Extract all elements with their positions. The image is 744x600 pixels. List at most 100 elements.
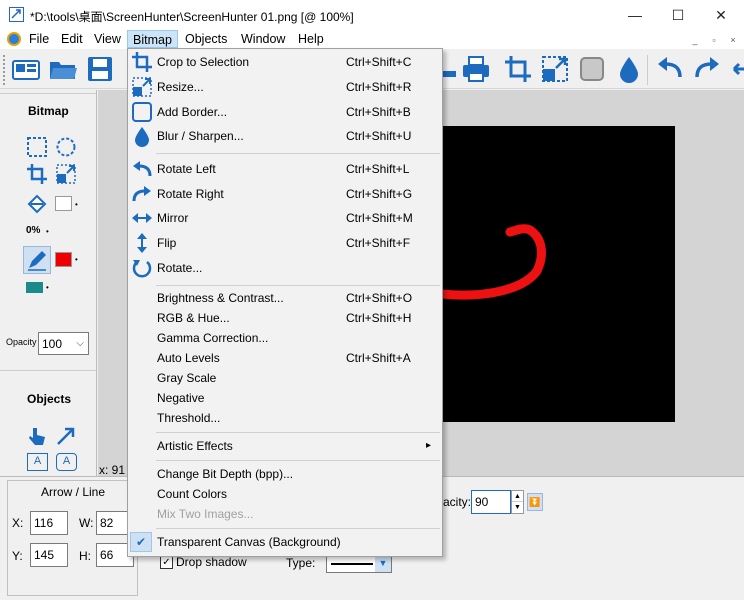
fill-color-swatch[interactable] <box>55 196 72 211</box>
drop-icon <box>131 125 153 147</box>
callout-tool-button[interactable]: A <box>56 453 77 471</box>
maximize-button[interactable]: ☐ <box>655 0 701 30</box>
blur-drop-icon[interactable] <box>613 53 645 85</box>
menu-brightness-contrast[interactable]: Brightness & Contrast... Ctrl+Shift+O <box>156 287 442 309</box>
menu-file[interactable]: File <box>24 30 54 48</box>
menu-artistic-effects[interactable]: Artistic Effects ▸ <box>156 435 442 457</box>
menu-gamma-correction[interactable]: Gamma Correction... <box>156 327 442 349</box>
menu-resize[interactable]: Resize... Ctrl+Shift+R <box>156 76 442 98</box>
menu-change-bit-depth[interactable]: Change Bit Depth (bpp)... <box>156 463 442 485</box>
menu-separator <box>156 153 440 154</box>
menu-mix-two-images: Mix Two Images... <box>157 507 254 521</box>
menu-separator <box>156 285 440 286</box>
menu-rgb-hue[interactable]: RGB & Hue... Ctrl+Shift+H <box>156 307 442 329</box>
line-sample <box>331 563 373 565</box>
rotate-right-icon <box>131 183 153 205</box>
line-color-dropdown-icon[interactable]: • <box>46 283 49 292</box>
bitmap-menu: Crop to Selection Ctrl+Shift+C Resize... C… <box>127 48 443 557</box>
rotate-left-icon <box>131 158 153 180</box>
crop-icon[interactable] <box>502 53 534 85</box>
fill-color-dropdown-icon[interactable]: • <box>75 200 78 209</box>
redo-icon[interactable] <box>691 53 723 85</box>
y-input[interactable]: 145 <box>30 543 68 567</box>
close-button[interactable]: ✕ <box>698 0 744 30</box>
fill-bucket-icon[interactable] <box>26 192 48 214</box>
mdi-minimize-button[interactable]: _ <box>686 33 704 47</box>
image-canvas[interactable] <box>437 126 675 422</box>
minimize-button[interactable]: — <box>612 0 658 30</box>
line-color-swatch[interactable] <box>26 282 43 293</box>
drop-shadow-checkbox[interactable]: ✓ <box>160 556 173 569</box>
mirror-icon <box>131 207 153 229</box>
spin-up-icon[interactable]: ▲ <box>512 491 523 502</box>
pen-color-dropdown-icon[interactable]: • <box>75 255 78 264</box>
menu-separator <box>156 432 440 433</box>
capture-icon[interactable] <box>10 53 42 85</box>
menu-bitmap[interactable]: Bitmap <box>127 30 178 48</box>
chevron-down-icon: ⌵ <box>76 338 84 349</box>
menu-auto-levels[interactable]: Auto Levels Ctrl+Shift+A <box>156 347 442 369</box>
menu-crop-to-selection[interactable]: Crop to Selection Ctrl+Shift+C <box>156 51 442 73</box>
menu-separator <box>156 460 440 461</box>
rotate-icon <box>131 257 153 279</box>
opacity-label-partial: acity: <box>443 495 472 509</box>
object-opacity-input[interactable]: 90 <box>471 490 511 514</box>
pointer-hand-icon[interactable] <box>26 425 48 447</box>
bitmap-panel-title: Bitmap <box>28 104 69 118</box>
menu-flip[interactable]: Flip Ctrl+Shift+F <box>156 232 442 254</box>
menu-gray-scale[interactable]: Gray Scale <box>156 367 442 389</box>
objects-panel-title: Objects <box>27 392 72 406</box>
print-icon[interactable] <box>460 53 492 85</box>
arrow-line-title: Arrow / Line <box>41 485 106 499</box>
menu-window[interactable]: Window <box>236 30 290 48</box>
open-folder-icon[interactable] <box>47 53 79 85</box>
menu-rotate-left[interactable]: Rotate Left Ctrl+Shift+L <box>156 158 442 180</box>
spin-down-icon[interactable]: ▼ <box>512 502 523 513</box>
menu-negative[interactable]: Negative <box>156 387 442 409</box>
menu-threshold[interactable]: Threshold... <box>156 407 442 429</box>
drop-shadow-label: Drop shadow <box>176 555 247 569</box>
opacity-preset-icon[interactable]: ⏬ <box>527 493 543 511</box>
arrow-tool-icon[interactable] <box>55 425 77 447</box>
zoom-dropdown-icon[interactable]: • <box>46 227 49 236</box>
toolbar-grip[interactable] <box>3 55 5 85</box>
menu-blur-sharpen[interactable]: Blur / Sharpen... Ctrl+Shift+U <box>156 125 442 147</box>
mdi-close-button[interactable]: × <box>724 33 742 47</box>
pen-color-swatch[interactable] <box>55 252 72 267</box>
x-label: X: <box>12 516 24 530</box>
ellipse-select-icon[interactable] <box>55 136 77 158</box>
pen-tool-button[interactable] <box>23 246 51 274</box>
mdi-restore-button[interactable]: ▫ <box>705 33 723 47</box>
menu-add-border[interactable]: Add Border... Ctrl+Shift+B <box>156 101 442 123</box>
toolbar-separator <box>647 55 648 85</box>
undo-icon[interactable] <box>654 53 686 85</box>
h-label: H: <box>79 549 91 563</box>
resize-tool-icon[interactable] <box>55 163 77 185</box>
opacity-value: 100 <box>42 337 63 351</box>
app-menu-icon[interactable] <box>7 32 21 46</box>
menu-rotate[interactable]: Rotate... <box>156 257 442 279</box>
red-stroke <box>437 224 546 300</box>
crop-tool-icon[interactable] <box>26 163 48 185</box>
menu-edit[interactable]: Edit <box>56 30 88 48</box>
menu-help[interactable]: Help <box>293 30 329 48</box>
menu-rotate-right[interactable]: Rotate Right Ctrl+Shift+G <box>156 183 442 205</box>
x-input[interactable]: 116 <box>30 511 68 535</box>
opacity-select[interactable]: 100 ⌵ <box>38 332 89 355</box>
type-label: Type: <box>286 556 316 570</box>
rect-select-icon[interactable] <box>26 136 48 158</box>
menu-separator <box>156 528 440 529</box>
y-label: Y: <box>12 549 23 563</box>
crop-icon <box>131 51 153 73</box>
menu-count-colors[interactable]: Count Colors <box>156 483 442 505</box>
save-icon[interactable] <box>84 53 116 85</box>
menu-view[interactable]: View <box>89 30 126 48</box>
menu-objects[interactable]: Objects <box>180 30 232 48</box>
resize-icon[interactable] <box>539 53 571 85</box>
menu-mirror[interactable]: Mirror Ctrl+Shift+M <box>156 207 442 229</box>
border-icon[interactable] <box>576 53 608 85</box>
opacity-spinner[interactable]: ▲ ▼ <box>511 490 524 514</box>
menu-transparent-canvas[interactable]: Transparent Canvas (Background) <box>156 531 442 553</box>
text-tool-button[interactable]: A <box>27 453 48 471</box>
back-icon[interactable] <box>728 53 744 85</box>
